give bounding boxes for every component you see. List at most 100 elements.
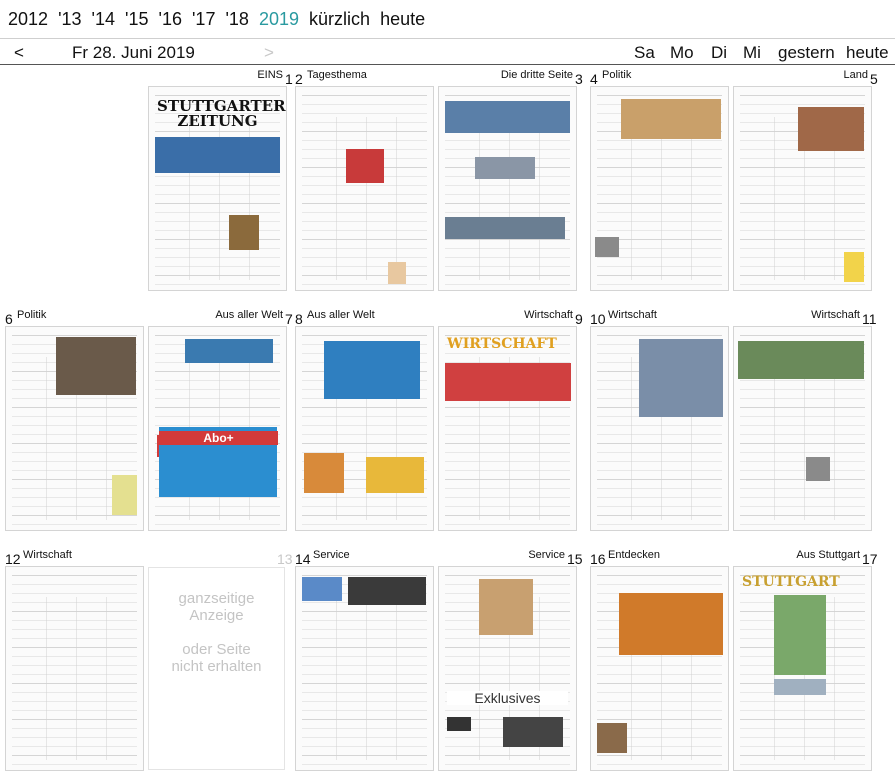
text-line (597, 584, 722, 585)
newspaper-page-5[interactable] (733, 86, 872, 291)
text-line (445, 194, 570, 195)
page-photo (445, 101, 570, 133)
newspaper-page-11[interactable] (733, 326, 872, 531)
newspaper-page-8[interactable] (295, 326, 434, 531)
text-line (302, 239, 427, 240)
column-rule (396, 117, 397, 280)
yesterday-link[interactable]: gestern (778, 43, 835, 63)
text-line (302, 443, 427, 444)
text-line (302, 728, 427, 729)
text-line (12, 425, 137, 426)
newspaper-page-14[interactable] (295, 566, 434, 771)
text-line (445, 470, 570, 471)
text-line (302, 284, 427, 285)
text-line (12, 620, 137, 621)
page-photo (445, 363, 571, 401)
prev-day-button[interactable]: < (14, 43, 24, 63)
text-line (12, 683, 137, 684)
text-line (740, 488, 865, 489)
text-line (12, 524, 137, 525)
day-link-di[interactable]: Di (711, 43, 727, 63)
year-2013-link[interactable]: '13 (58, 9, 81, 29)
text-line (12, 515, 137, 516)
page-photo (597, 723, 627, 753)
section-label: Service (528, 549, 565, 561)
section-label: Tagesthema (307, 69, 367, 81)
text-line (12, 452, 137, 453)
newspaper-page-2[interactable] (295, 86, 434, 291)
column-rule (76, 597, 77, 760)
section-label: Wirtschaft (524, 309, 573, 321)
page-photo (621, 99, 721, 139)
text-line (12, 611, 137, 612)
text-line (740, 524, 865, 525)
text-line (155, 407, 280, 408)
newspaper-page-15[interactable]: Exklusives (438, 566, 577, 771)
text-line (740, 461, 865, 462)
year-2016-link[interactable]: '16 (159, 9, 182, 29)
page-number: 8 (295, 311, 303, 327)
text-line (445, 95, 570, 96)
page-photo (445, 217, 565, 239)
text-line (445, 257, 570, 258)
day-link-sa[interactable]: Sa (634, 43, 655, 63)
year-2012-link[interactable]: 2012 (8, 9, 48, 29)
section-label: EINS (257, 69, 283, 81)
text-line (740, 176, 865, 177)
text-line (445, 764, 570, 765)
newspaper-page-12[interactable] (5, 566, 144, 771)
today-link[interactable]: heute (380, 9, 425, 29)
text-line (155, 284, 280, 285)
text-line (445, 425, 570, 426)
text-line (302, 638, 427, 639)
today-day-link[interactable]: heute (846, 43, 889, 63)
text-line (740, 158, 865, 159)
day-link-mo[interactable]: Mo (670, 43, 694, 63)
newspaper-page-16[interactable] (590, 566, 729, 771)
newspaper-page-4[interactable] (590, 86, 729, 291)
newspaper-page-3[interactable] (438, 86, 577, 291)
text-line (445, 665, 570, 666)
section-label: Wirtschaft (23, 549, 72, 561)
year-2014-link[interactable]: '14 (92, 9, 115, 29)
text-line (302, 275, 427, 276)
newspaper-page-17[interactable]: STUTTGART (733, 566, 872, 771)
newspaper-page-1[interactable]: STUTTGARTER ZEITUNG (148, 86, 287, 291)
year-2018-link[interactable]: '18 (225, 9, 248, 29)
page-photo (324, 341, 420, 399)
text-line (302, 230, 427, 231)
day-link-mi[interactable]: Mi (743, 43, 761, 63)
text-line (597, 719, 722, 720)
text-line (155, 524, 280, 525)
section-label: Politik (17, 309, 47, 321)
text-line (740, 248, 865, 249)
text-line (12, 692, 137, 693)
page-number: 14 (295, 551, 311, 567)
page-photo (447, 717, 471, 731)
column-rule (106, 597, 107, 760)
year-2015-link[interactable]: '15 (125, 9, 148, 29)
newspaper-page-6[interactable] (5, 326, 144, 531)
text-line (597, 203, 722, 204)
text-line (12, 728, 137, 729)
column-rule (479, 117, 480, 280)
page-photo (774, 595, 826, 675)
newspaper-page-7[interactable]: Abo+ (148, 326, 287, 531)
text-line (597, 515, 722, 516)
year-2019-link[interactable]: 2019 (259, 9, 299, 29)
text-line (12, 665, 137, 666)
text-line (740, 515, 865, 516)
text-line (155, 425, 280, 426)
page-number: 1 (285, 71, 293, 87)
text-line (302, 620, 427, 621)
year-2017-link[interactable]: '17 (192, 9, 215, 29)
text-line (445, 239, 570, 240)
text-line (155, 248, 280, 249)
next-day-button[interactable]: > (264, 43, 274, 63)
text-line (740, 755, 865, 756)
page-photo (503, 717, 563, 747)
newspaper-page-9[interactable]: WIRTSCHAFT (438, 326, 577, 531)
text-line (740, 212, 865, 213)
recent-link[interactable]: kürzlich (309, 9, 370, 29)
newspaper-page-10[interactable] (590, 326, 729, 531)
